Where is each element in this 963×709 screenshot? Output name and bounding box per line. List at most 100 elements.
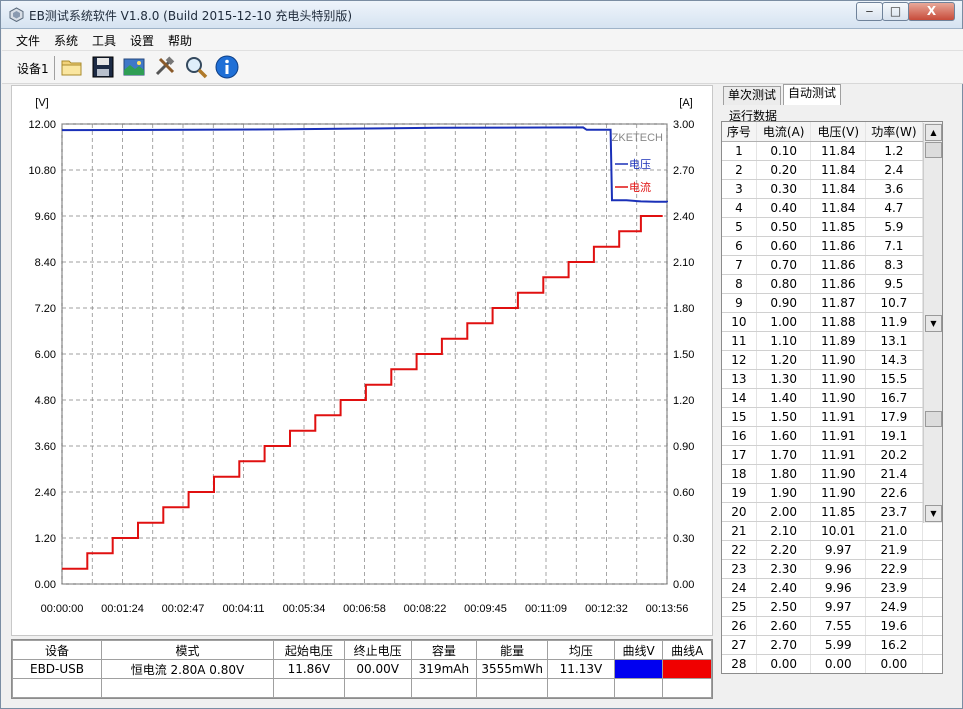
summary-header: 均压	[547, 640, 615, 660]
run-table-cell: 22.9	[865, 559, 923, 579]
voltage-curve-color-swatch[interactable]	[613, 659, 664, 679]
run-table-row[interactable]: 15 1.50 11.91 17.9	[722, 407, 942, 427]
save-icon[interactable]	[90, 54, 116, 80]
run-table-row[interactable]: 12 1.20 11.90 14.3	[722, 350, 942, 370]
run-table-row[interactable]: 18 1.80 11.90 21.4	[722, 464, 942, 484]
menu-settings[interactable]: 设置	[130, 32, 154, 49]
menu-file[interactable]: 文件	[16, 32, 40, 49]
run-table-row[interactable]: 5 0.50 11.85 5.9	[722, 217, 942, 237]
x-tick-label: 00:12:32	[585, 603, 628, 615]
run-table-row[interactable]: 23 2.30 9.96 22.9	[722, 559, 942, 579]
upper-scrollbar[interactable]: ▲ ▼	[923, 123, 942, 333]
scroll-thumb-lower[interactable]	[925, 411, 942, 427]
run-table-cell: 3	[722, 179, 757, 199]
device-selector[interactable]: 设备1	[17, 60, 49, 77]
run-table-row[interactable]: 28 0.00 0.00 0.00	[722, 654, 942, 673]
scroll-down-button-lower[interactable]: ▼	[925, 505, 942, 522]
run-table-cell: 2.40	[756, 578, 812, 598]
run-table-row[interactable]: 17 1.70 11.91 20.2	[722, 445, 942, 465]
run-table-row[interactable]: 14 1.40 11.90 16.7	[722, 388, 942, 408]
run-table-row[interactable]: 26 2.60 7.55 19.6	[722, 616, 942, 636]
y-right-tick-label: 1.50	[673, 349, 694, 361]
run-table-row[interactable]: 21 2.10 10.01 21.0	[722, 521, 942, 541]
run-table-cell: 2.50	[756, 597, 812, 617]
y-left-tick-label: 4.80	[35, 395, 56, 407]
run-table-row[interactable]: 9 0.90 11.87 10.7	[722, 293, 942, 313]
scroll-thumb[interactable]	[925, 142, 942, 158]
current-curve-color-swatch[interactable]	[662, 659, 712, 679]
info-icon[interactable]	[214, 54, 240, 80]
run-table-row[interactable]: 6 0.60 11.86 7.1	[722, 236, 942, 256]
voltage-current-chart[interactable]: 12.00 10.80 9.60 8.40 7.20 6.00 4.80 3.60 2.40 1.…	[12, 86, 712, 635]
close-button[interactable]: X	[908, 2, 955, 21]
run-table-cell: 16.2	[865, 635, 923, 655]
scroll-down-button[interactable]: ▼	[925, 315, 942, 332]
tab-single-test[interactable]: 单次测试	[723, 86, 782, 105]
run-table-cell: 0.20	[756, 160, 812, 180]
menu-system[interactable]: 系统	[54, 32, 78, 49]
menu-tools[interactable]: 工具	[92, 32, 116, 49]
y-left-tick-label: 9.60	[35, 211, 56, 223]
run-table-row[interactable]: 25 2.50 9.97 24.9	[722, 597, 942, 617]
run-table-cell: 11	[722, 331, 757, 351]
run-table-cell: 1.40	[756, 388, 812, 408]
run-table-cell: 9.97	[810, 597, 867, 617]
menu-help[interactable]: 帮助	[168, 32, 192, 49]
open-folder-icon[interactable]	[59, 54, 85, 80]
run-table-row[interactable]: 13 1.30 11.90 15.5	[722, 369, 942, 389]
col-current-header[interactable]: 电流(A)	[756, 122, 812, 142]
run-table-row[interactable]: 8 0.80 11.86 9.5	[722, 274, 942, 294]
col-voltage-header[interactable]: 电压(V)	[810, 122, 867, 142]
run-table-cell: 26	[722, 616, 757, 636]
run-table-cell: 1.50	[756, 407, 812, 427]
run-table-row[interactable]: 2 0.20 11.84 2.4	[722, 160, 942, 180]
run-table-row[interactable]: 10 1.00 11.88 11.9	[722, 312, 942, 332]
run-data-table[interactable]: 序号 电流(A) 电压(V) 功率(W) 1 0.10 11.84 1.2 2 0.20 1…	[722, 122, 942, 673]
run-table-cell: 1	[722, 141, 757, 161]
tab-auto-test[interactable]: 自动测试	[783, 84, 842, 105]
run-table-cell: 23.7	[865, 502, 923, 522]
run-table-row[interactable]: 20 2.00 11.85 23.7	[722, 502, 942, 522]
summary-header: 设备	[11, 640, 103, 660]
run-table-cell: 6	[722, 236, 757, 256]
app-window: EB测试系统软件 V1.8.0 (Build 2015-12-10 充电头特别版…	[0, 0, 963, 709]
zoom-icon[interactable]	[183, 54, 209, 80]
run-table-row[interactable]: 7 0.70 11.86 8.3	[722, 255, 942, 275]
minimize-button[interactable]: ‒	[856, 2, 883, 21]
x-tick-label: 00:00:00	[41, 603, 84, 615]
col-index-header[interactable]: 序号	[722, 122, 757, 142]
run-table-cell: 20	[722, 502, 757, 522]
run-table-row[interactable]: 27 2.70 5.99 16.2	[722, 635, 942, 655]
run-table-row[interactable]: 1 0.10 11.84 1.2	[722, 141, 942, 161]
summary-start-voltage: 11.86V	[272, 659, 345, 679]
run-table-row[interactable]: 22 2.20 9.97 21.9	[722, 540, 942, 560]
x-tick-label: 00:13:56	[646, 603, 689, 615]
run-table-row[interactable]: 11 1.10 11.89 13.1	[722, 331, 942, 351]
run-table-row[interactable]: 4 0.40 11.84 4.7	[722, 198, 942, 218]
summary-table: 设备 模式 起始电压 终止电压 容量 能量 均压 曲线V 曲线A EBD-USB…	[11, 640, 712, 698]
tools-icon[interactable]	[152, 54, 178, 80]
run-table-row[interactable]: 3 0.30 11.84 3.6	[722, 179, 942, 199]
y-left-tick-label: 7.20	[35, 303, 56, 315]
run-table-cell: 21.0	[865, 521, 923, 541]
summary-header: 终止电压	[343, 640, 412, 660]
run-table-cell: 11.84	[810, 198, 867, 218]
title-bar[interactable]: EB测试系统软件 V1.8.0 (Build 2015-12-10 充电头特别版…	[1, 1, 962, 29]
y-right-tick-label: 2.10	[673, 257, 694, 269]
y-right-tick-label: 2.40	[673, 211, 694, 223]
summary-header: 曲线A	[662, 640, 712, 660]
chart-panel[interactable]: 12.00 10.80 9.60 8.40 7.20 6.00 4.80 3.60 2.40 1.…	[11, 85, 713, 636]
run-table-cell: 21	[722, 521, 757, 541]
run-table-row[interactable]: 24 2.40 9.96 23.9	[722, 578, 942, 598]
maximize-button[interactable]: □	[882, 2, 909, 21]
run-table-cell: 27	[722, 635, 757, 655]
col-power-header[interactable]: 功率(W)	[865, 122, 923, 142]
window-title: EB测试系统软件 V1.8.0 (Build 2015-12-10 充电头特别版…	[29, 9, 353, 23]
run-table-row[interactable]: 19 1.90 11.90 22.6	[722, 483, 942, 503]
scroll-up-button[interactable]: ▲	[925, 124, 942, 141]
image-icon[interactable]	[121, 54, 147, 80]
y-left-tick-label: 8.40	[35, 257, 56, 269]
lower-scrollbar[interactable]: ▼	[923, 333, 942, 523]
summary-avg-voltage: 11.13V	[547, 659, 615, 679]
run-table-row[interactable]: 16 1.60 11.91 19.1	[722, 426, 942, 446]
